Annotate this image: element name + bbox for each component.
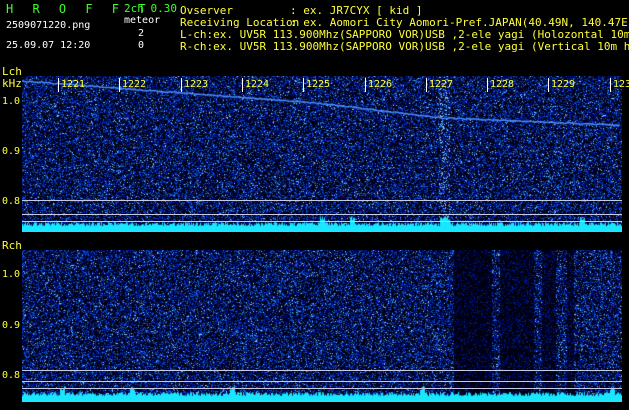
lch-reference-line <box>22 200 622 201</box>
time-label: 1222 <box>122 79 147 90</box>
rch-spectrogram <box>22 250 622 402</box>
time-label: 1224 <box>245 79 270 90</box>
time-tick <box>548 78 549 92</box>
location-label: Receiving Location <box>180 16 300 29</box>
time-label: 1227 <box>429 79 454 90</box>
time-tick <box>426 78 427 92</box>
lch-spectrogram-canvas <box>22 76 622 232</box>
time-label: 1229 <box>551 79 576 90</box>
lch-reference-line <box>22 214 622 215</box>
time-label: 1226 <box>368 79 393 90</box>
time-label: 1223 <box>184 79 209 90</box>
file-name: 2509071220.png <box>6 20 91 31</box>
meteor-count-lch: 2 <box>138 28 145 39</box>
rch-info: R-ch:ex. UV5R 113.900Mhz(SAPPORO VOR)USB… <box>180 40 629 53</box>
frequency-unit: kHz <box>2 77 22 90</box>
time-tick <box>610 78 611 92</box>
meteor-count-rch: 0 <box>138 40 145 51</box>
time-tick <box>487 78 488 92</box>
observer-value: : ex. JR7CYX [ kid ] <box>290 4 423 17</box>
channel-setting: 2ch 0.30 <box>124 2 177 15</box>
time-label: 1228 <box>490 79 515 90</box>
time-tick <box>119 78 120 92</box>
observer-label: Ovserver <box>180 4 233 17</box>
rch-reference-line <box>22 370 622 371</box>
datetime: 25.09.07 12:20 <box>6 40 91 51</box>
location-value: : ex. Aomori City Aomori-Pref.JAPAN(40.4… <box>290 16 629 29</box>
lch-ytick-0.8: 0.8 <box>2 196 21 207</box>
rch-ytick-1.0: 1.0 <box>2 269 21 280</box>
meteor-label: meteor <box>124 15 161 26</box>
lch-label: Lch <box>2 65 22 78</box>
time-tick <box>58 78 59 92</box>
time-label: 1230 <box>613 79 629 90</box>
rch-reference-line <box>22 388 622 389</box>
rch-ytick-0.9: 0.9 <box>2 320 21 331</box>
time-tick <box>242 78 243 92</box>
rch-ytick-0.8: 0.8 <box>2 370 21 381</box>
rch-spectrogram-canvas <box>22 250 622 402</box>
rch-label: Rch <box>2 239 22 252</box>
lch-spectrogram <box>22 76 622 232</box>
time-tick <box>303 78 304 92</box>
time-label: 1225 <box>306 79 331 90</box>
time-tick <box>365 78 366 92</box>
time-tick <box>181 78 182 92</box>
time-label: 1221 <box>61 79 86 90</box>
lch-info: L-ch:ex. UV5R 113.900Mhz(SAPPORO VOR)USB… <box>180 28 629 41</box>
rch-reference-line <box>22 381 622 382</box>
lch-reference-line <box>22 221 622 222</box>
lch-ytick-1.0: 1.0 <box>2 96 21 107</box>
hroft-spectrogram-window: H R O F F T 2ch 0.30 meteor 2509071220.p… <box>0 0 629 410</box>
lch-ytick-0.9: 0.9 <box>2 146 21 157</box>
